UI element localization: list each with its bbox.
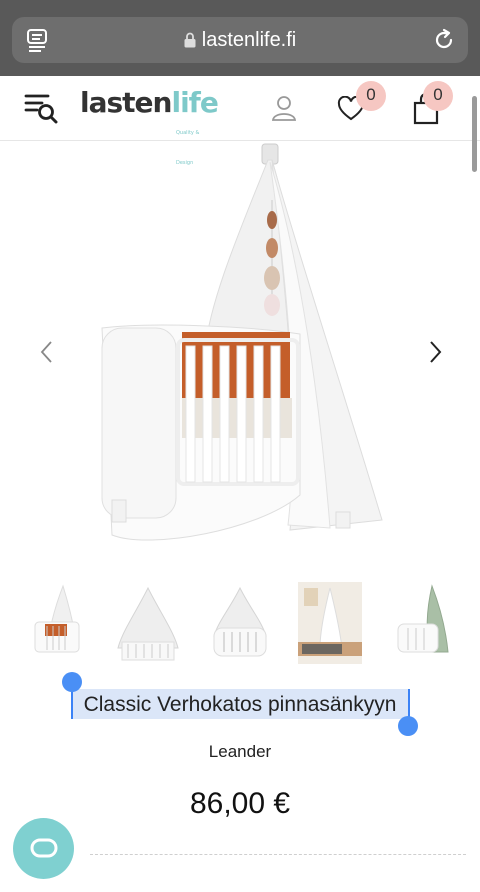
thumbnail[interactable] [116,582,180,664]
chevron-left-icon[interactable] [38,340,56,369]
thumbnail[interactable] [27,582,91,664]
url-text: lastenlife.fi [201,29,297,51]
thumbnail[interactable] [208,582,272,664]
thumbnail[interactable] [392,582,456,664]
product-price: 86,00 € [189,787,291,820]
site-logo[interactable]: lastenlife Quality & Design [80,86,219,167]
chat-icon [30,838,58,858]
selection-start-handle[interactable] [62,672,82,692]
browser-toolbar: lastenlife.fi [0,0,480,76]
site-header: lastenlife Quality & Design 0 0 [0,76,480,167]
wishlist-count-badge[interactable]: 0 [356,81,386,111]
divider [90,854,466,855]
thumbnail[interactable] [298,582,362,664]
selection-end-handle[interactable] [398,716,418,736]
thumbnail-strip [0,582,480,666]
cart-count-badge[interactable]: 0 [423,81,453,111]
user-icon[interactable] [270,94,298,127]
product-main-image[interactable] [0,140,480,560]
menu-search-icon[interactable] [24,92,58,131]
logo-part1: lasten [80,86,172,119]
chat-button[interactable] [13,818,74,879]
address-bar[interactable]: lastenlife.fi [12,17,468,63]
product-brand[interactable]: Leander [0,742,480,762]
reload-icon[interactable] [432,28,456,57]
lock-icon [184,31,196,54]
url-display[interactable]: lastenlife.fi [12,29,468,54]
selection-start-caret [71,689,73,719]
selection-end-caret [408,689,410,719]
chevron-right-icon[interactable] [426,340,444,369]
logo-part2: life [171,86,218,119]
